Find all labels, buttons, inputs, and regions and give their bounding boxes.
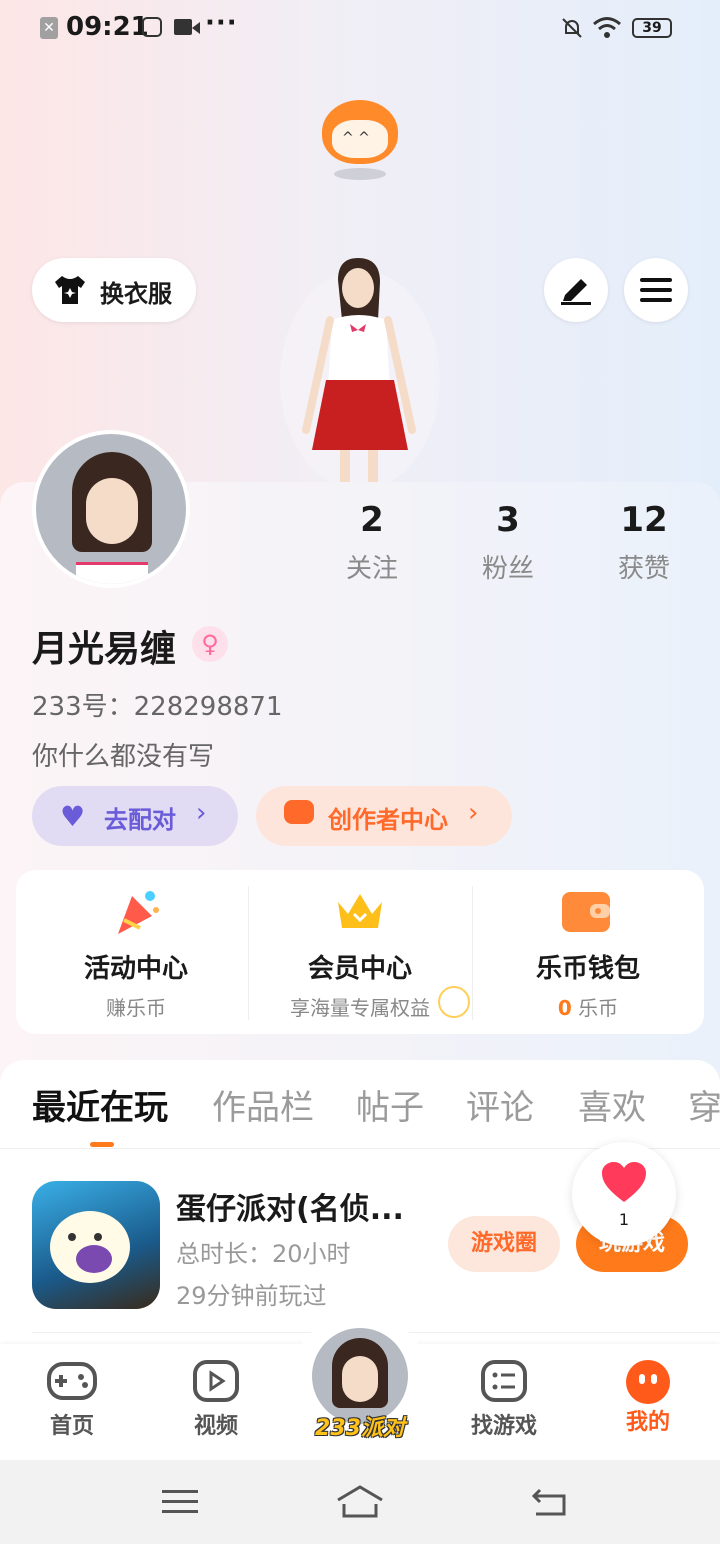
activity-center-item[interactable]: 活动中心 赚乐币 [16, 870, 248, 1034]
heart-pair-icon: ♥ [60, 800, 86, 833]
tab-wear[interactable]: 穿 [688, 1080, 720, 1129]
nav-find-game-label: 找游戏 [470, 1414, 537, 1439]
edit-profile-button[interactable] [544, 258, 608, 322]
following-count: 2 [360, 500, 384, 540]
game-icon [32, 1181, 160, 1309]
status-time: 09:21 [66, 12, 149, 42]
wallet-title: 乐币钱包 [535, 954, 640, 984]
video-play-icon [193, 1360, 239, 1402]
game-title: 蛋仔派对(名侦... [176, 1192, 404, 1227]
tab-works[interactable]: 作品栏 [212, 1080, 314, 1129]
stat-following[interactable]: 2 关注 [322, 500, 422, 585]
party-popper-icon [118, 891, 159, 934]
crown-icon [338, 894, 382, 928]
nav-mine[interactable]: 我的 [598, 1360, 698, 1436]
nav-home-label: 首页 [49, 1414, 94, 1439]
wallet-item[interactable]: 乐币钱包 0 乐币 [472, 870, 704, 1034]
user-bio: 你什么都没有写 [32, 742, 215, 772]
fans-count: 3 [496, 500, 520, 540]
female-gender-icon: ♀ [192, 626, 228, 662]
nav-find-game[interactable]: 找游戏 [454, 1360, 554, 1440]
active-tab-indicator [90, 1142, 114, 1147]
mascot-shadow [334, 168, 386, 180]
like-count: 1 [618, 1210, 630, 1229]
tab-likes[interactable]: 喜欢 [578, 1080, 646, 1129]
pencil-icon [561, 279, 591, 305]
recent-apps-icon[interactable] [162, 1488, 198, 1516]
media-play-icon [142, 17, 162, 37]
mute-bell-icon [562, 18, 582, 38]
user-id: 233号：228298871 [32, 692, 283, 722]
video-camera-lens-icon [192, 22, 200, 34]
tshirt-icon [55, 276, 85, 304]
activity-center-title: 活动中心 [83, 954, 188, 984]
floating-like-button[interactable]: 1 [572, 1142, 676, 1246]
stat-likes[interactable]: 12 获赞 [594, 500, 694, 585]
notification-icon: ✕ [40, 17, 58, 39]
likes-count: 12 [620, 500, 668, 540]
video-camera-icon [174, 19, 192, 35]
list-icon [481, 1360, 527, 1402]
fans-label: 粉丝 [481, 554, 534, 584]
nav-home[interactable]: 首页 [22, 1360, 122, 1440]
tab-recently-played[interactable]: 最近在玩 [32, 1080, 168, 1129]
game-duration: 总时长：20小时 [176, 1240, 351, 1268]
nav-mine-label: 我的 [625, 1410, 670, 1435]
avatar[interactable] [36, 434, 186, 584]
wifi-icon [593, 17, 621, 38]
battery-icon: 39 [632, 18, 672, 38]
mascot-logo: ^ ^ [322, 100, 398, 164]
wallet-icon [562, 892, 610, 932]
gamepad-icon [284, 800, 314, 824]
avatar-3d-figure [280, 258, 440, 490]
tab-bar: 最近在玩 作品栏 帖子 评论 喜欢 穿 [0, 1080, 720, 1130]
vip-center-item[interactable]: 会员中心 享海量专属权益 [248, 870, 472, 1034]
creator-center-button[interactable]: 创作者中心 › [256, 786, 512, 846]
home-icon[interactable] [336, 1484, 384, 1520]
nav-video[interactable]: 视频 [166, 1360, 266, 1440]
wallet-unit: 乐币 [578, 996, 619, 1020]
status-bar: ✕ 09:21 ··· 39 [0, 0, 720, 56]
vip-center-title: 会员中心 [307, 954, 412, 984]
match-label: 去配对 [104, 806, 176, 834]
feature-grid: 活动中心 赚乐币 会员中心 享海量专属权益 乐币钱包 0 乐币 [16, 870, 704, 1034]
status-more-dots: ··· [205, 8, 238, 38]
mine-face-icon [626, 1360, 670, 1404]
game-circle-button[interactable]: 游戏圈 [448, 1216, 560, 1272]
creator-center-label: 创作者中心 [328, 806, 448, 834]
nav-video-label: 视频 [193, 1414, 238, 1439]
change-outfit-label: 换衣服 [100, 280, 172, 308]
back-icon[interactable] [530, 1486, 568, 1518]
likes-label: 获赞 [617, 554, 670, 584]
stat-fans[interactable]: 3 粉丝 [458, 500, 558, 585]
touch-indicator [438, 986, 470, 1018]
center-logo-text: 233派对 [315, 1416, 405, 1441]
following-label: 关注 [345, 554, 398, 584]
menu-button[interactable] [624, 258, 688, 322]
tab-comments[interactable]: 评论 [466, 1080, 534, 1129]
system-nav-bar [0, 1460, 720, 1544]
gamepad-icon [47, 1362, 97, 1400]
chevron-right-icon: › [468, 798, 479, 828]
chevron-right-icon: › [196, 798, 207, 828]
tab-posts[interactable]: 帖子 [356, 1080, 424, 1129]
heart-icon [602, 1162, 646, 1202]
profile-name: 月光易缠 [32, 629, 177, 670]
change-outfit-button[interactable]: 换衣服 [32, 258, 196, 322]
activity-center-subtitle: 赚乐币 [106, 996, 166, 1020]
wallet-balance: 0 [557, 996, 572, 1020]
game-last-played: 29分钟前玩过 [176, 1282, 327, 1310]
wallet-subtitle: 0 乐币 [472, 992, 704, 1021]
match-button[interactable]: ♥ 去配对 › [32, 786, 238, 846]
menu-icon [640, 278, 672, 302]
